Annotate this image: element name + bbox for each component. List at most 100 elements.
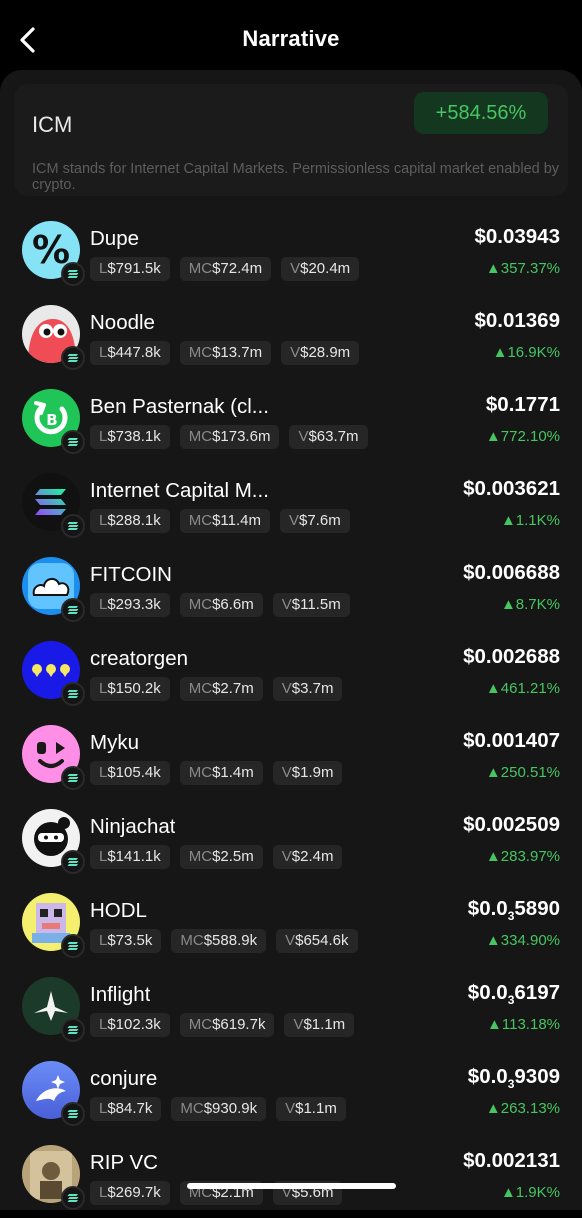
volume-chip: V$654.6k: [276, 929, 358, 953]
token-change: ▲1.1K%: [500, 512, 560, 529]
token-stats: L$150.2k MC$2.7m V$3.7m: [90, 677, 343, 701]
token-name: RIP VC: [90, 1151, 158, 1174]
token-name: Myku: [90, 731, 139, 754]
token-row[interactable]: Myku L$105.4k MC$1.4m V$1.9m $0.001407 ▲…: [0, 714, 582, 798]
token-name: Dupe: [90, 227, 140, 250]
token-name: Inflight: [90, 983, 151, 1006]
up-arrow-icon: ▲: [485, 428, 501, 445]
solana-chain-icon: [61, 1186, 85, 1210]
up-arrow-icon: ▲: [487, 1016, 502, 1033]
volume-chip: V$2.4m: [272, 845, 343, 869]
token-price: $0.01369: [474, 309, 560, 332]
volume-chip: V$7.6m: [279, 509, 350, 533]
solana-chain-icon: [61, 598, 85, 622]
token-row[interactable]: conjure L$84.7k MC$930.9k V$1.1m $0.0393…: [0, 1050, 582, 1134]
token-change: ▲357.37%: [485, 260, 560, 277]
narrative-name: ICM: [32, 112, 73, 137]
token-price: $0.002688: [463, 645, 560, 668]
token-price: $0.002509: [463, 813, 560, 836]
up-arrow-icon: ▲: [485, 1100, 501, 1117]
narrative-sheet: ICM +584.56% ICM stands for Internet Cap…: [0, 70, 582, 1210]
market-cap-chip: MC$930.9k: [171, 1097, 267, 1121]
token-stats: L$791.5k MC$72.4m V$20.4m: [90, 257, 360, 281]
token-price: $0.03943: [474, 225, 560, 248]
token-row[interactable]: HODL L$73.5k MC$588.9k V$654.6k $0.03589…: [0, 882, 582, 966]
market-cap-chip: MC$13.7m: [179, 341, 272, 365]
token-list: % Dupe L$791.5k MC$72.4m V$20.4m $0.0394…: [0, 210, 582, 1218]
volume-chip: V$1.1m: [276, 1097, 346, 1121]
token-change: ▲16.9K%: [492, 344, 560, 361]
token-row[interactable]: Noodle L$447.8k MC$13.7m V$28.9m $0.0136…: [0, 294, 582, 378]
page-title: Narrative: [242, 26, 340, 51]
token-row[interactable]: creatorgen L$150.2k MC$2.7m V$3.7m $0.00…: [0, 630, 582, 714]
token-name: HODL: [90, 899, 147, 922]
solana-chain-icon: [61, 346, 85, 370]
token-change: ▲772.10%: [485, 428, 560, 445]
token-price: $0.036197: [467, 981, 560, 1007]
liquidity-chip: L$102.3k: [90, 1013, 170, 1037]
volume-chip: V$1.1m: [284, 1013, 355, 1037]
solana-chain-icon: [61, 1018, 85, 1042]
market-cap-chip: MC$1.4m: [179, 761, 263, 785]
liquidity-chip: L$288.1k: [90, 509, 170, 533]
solana-chain-icon: [61, 262, 85, 286]
volume-chip: V$3.7m: [272, 677, 343, 701]
token-name: conjure: [90, 1067, 158, 1090]
token-price: $0.039309: [467, 1065, 560, 1091]
liquidity-chip: L$84.7k: [90, 1097, 162, 1121]
token-stats: L$84.7k MC$930.9k V$1.1m: [90, 1097, 346, 1121]
up-arrow-icon: ▲: [485, 848, 501, 865]
narrative-description: ICM stands for Internet Capital Markets.…: [32, 161, 560, 193]
liquidity-chip: L$293.3k: [90, 593, 170, 617]
token-price: $0.006688: [463, 561, 560, 584]
token-price: $0.1771: [485, 393, 560, 416]
token-change: ▲283.97%: [485, 848, 560, 865]
market-cap-chip: MC$72.4m: [179, 257, 272, 281]
up-arrow-icon: ▲: [500, 596, 516, 613]
token-price: $0.003621: [463, 477, 560, 500]
up-arrow-icon: ▲: [485, 932, 501, 949]
liquidity-chip: L$73.5k: [90, 929, 162, 953]
token-row[interactable]: RIP VC L$269.7k MC$2.1m V$5.6m $0.002131…: [0, 1134, 582, 1218]
token-change: ▲334.90%: [485, 932, 560, 949]
token-change: ▲263.13%: [485, 1100, 560, 1117]
token-row[interactable]: B Ben Pasternak (cl... L$738.1k MC$173.6…: [0, 378, 582, 462]
token-name: creatorgen: [90, 647, 189, 670]
market-cap-chip: MC$6.6m: [179, 593, 263, 617]
market-cap-chip: MC$619.7k: [179, 1013, 275, 1037]
liquidity-chip: L$105.4k: [90, 761, 170, 785]
narrative-change-badge: +584.56%: [414, 92, 548, 134]
volume-chip: V$63.7m: [289, 425, 368, 449]
token-row[interactable]: Ninjachat L$141.1k MC$2.5m V$2.4m $0.002…: [0, 798, 582, 882]
token-name: FITCOIN: [90, 563, 172, 586]
solana-chain-icon: [61, 850, 85, 874]
svg-text:B: B: [46, 411, 57, 429]
volume-chip: V$20.4m: [281, 257, 360, 281]
market-cap-chip: MC$2.7m: [179, 677, 263, 701]
token-change: ▲8.7K%: [500, 596, 560, 613]
market-cap-chip: MC$2.5m: [179, 845, 263, 869]
token-stats: L$141.1k MC$2.5m V$2.4m: [90, 845, 343, 869]
token-price: $0.035890: [467, 897, 560, 923]
solana-chain-icon: [61, 682, 85, 706]
liquidity-chip: L$738.1k: [90, 425, 170, 449]
token-row[interactable]: FITCOIN L$293.3k MC$6.6m V$11.5m $0.0066…: [0, 546, 582, 630]
token-row[interactable]: % Dupe L$791.5k MC$72.4m V$20.4m $0.0394…: [0, 210, 582, 294]
solana-chain-icon: [61, 766, 85, 790]
token-name: Ninjachat: [90, 815, 176, 838]
market-cap-chip: MC$588.9k: [171, 929, 267, 953]
solana-chain-icon: [61, 514, 85, 538]
up-arrow-icon: ▲: [500, 1184, 516, 1201]
up-arrow-icon: ▲: [485, 764, 501, 781]
solana-chain-icon: [61, 430, 85, 454]
token-row[interactable]: Internet Capital M... L$288.1k MC$11.4m …: [0, 462, 582, 546]
token-change: ▲113.18%: [487, 1016, 560, 1033]
token-change: ▲250.51%: [485, 764, 560, 781]
home-indicator[interactable]: [187, 1183, 396, 1189]
token-row[interactable]: Inflight L$102.3k MC$619.7k V$1.1m $0.03…: [0, 966, 582, 1050]
token-stats: L$738.1k MC$173.6m V$63.7m: [90, 425, 368, 449]
token-stats: L$293.3k MC$6.6m V$11.5m: [90, 593, 350, 617]
liquidity-chip: L$150.2k: [90, 677, 170, 701]
token-change: ▲1.9K%: [500, 1184, 560, 1201]
up-arrow-icon: ▲: [492, 344, 508, 361]
